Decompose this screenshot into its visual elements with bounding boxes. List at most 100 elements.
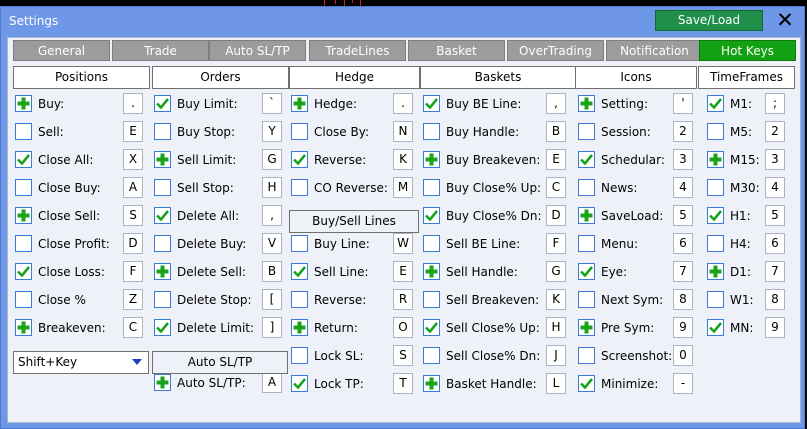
hotkey-input[interactable]: 7 [765, 261, 785, 282]
checkbox-checkmark-icon[interactable] [15, 263, 32, 280]
hotkey-input[interactable]: F [546, 233, 566, 254]
tab-notification[interactable]: Notification [606, 40, 703, 61]
checkbox-plus-icon[interactable] [15, 207, 32, 224]
hotkey-input[interactable]: Y [262, 121, 282, 142]
hotkey-input[interactable]: , [546, 93, 566, 114]
checkbox-empty[interactable] [423, 291, 440, 308]
checkbox-empty[interactable] [707, 123, 724, 140]
hotkey-input[interactable]: N [393, 121, 413, 142]
checkbox-checkmark-icon[interactable] [707, 319, 724, 336]
checkbox-empty[interactable] [291, 123, 308, 140]
hotkey-input[interactable]: 9 [765, 317, 785, 338]
hotkey-input[interactable]: S [123, 205, 143, 226]
checkbox-checkmark-icon[interactable] [423, 95, 440, 112]
checkbox-checkmark-icon[interactable] [154, 95, 171, 112]
hotkey-input[interactable]: . [123, 93, 143, 114]
checkbox-checkmark-icon[interactable] [423, 207, 440, 224]
checkbox-checkmark-icon[interactable] [578, 151, 595, 168]
hotkey-input[interactable]: W [393, 233, 413, 254]
hotkey-input[interactable]: L [546, 373, 566, 394]
checkbox-plus-icon[interactable] [15, 319, 32, 336]
checkbox-empty[interactable] [15, 291, 32, 308]
save-load-button[interactable]: Save/Load [655, 10, 763, 31]
hotkey-input[interactable]: 2 [673, 121, 693, 142]
checkbox-plus-icon[interactable] [423, 151, 440, 168]
hotkey-input[interactable]: E [123, 121, 143, 142]
hotkey-input[interactable]: [ [262, 289, 282, 310]
hotkey-input[interactable]: E [546, 149, 566, 170]
hotkey-input[interactable]: D [546, 205, 566, 226]
hotkey-input[interactable]: 4 [673, 177, 693, 198]
hotkey-input[interactable]: S [393, 345, 413, 366]
tab-overtrading[interactable]: OverTrading [507, 40, 604, 61]
hotkey-input[interactable]: 3 [673, 149, 693, 170]
hotkey-input[interactable]: 0 [673, 345, 693, 366]
checkbox-plus-icon[interactable] [291, 95, 308, 112]
checkbox-plus-icon[interactable] [707, 263, 724, 280]
hotkey-input[interactable]: R [393, 289, 413, 310]
checkbox-checkmark-icon[interactable] [707, 207, 724, 224]
tab-hot-keys[interactable]: Hot Keys [699, 40, 796, 61]
checkbox-empty[interactable] [291, 235, 308, 252]
checkbox-empty[interactable] [423, 347, 440, 364]
hotkey-input[interactable]: 6 [673, 233, 693, 254]
hotkey-input[interactable]: 7 [673, 261, 693, 282]
checkbox-empty[interactable] [15, 179, 32, 196]
hotkey-input[interactable]: M [393, 177, 413, 198]
checkbox-empty[interactable] [154, 291, 171, 308]
close-icon[interactable]: ✕ [775, 8, 795, 32]
hotkey-input[interactable]: ] [262, 317, 282, 338]
hotkey-input[interactable]: 5 [765, 205, 785, 226]
checkbox-checkmark-icon[interactable] [291, 263, 308, 280]
hotkey-input[interactable]: V [262, 233, 282, 254]
hotkey-input[interactable]: G [262, 149, 282, 170]
checkbox-empty[interactable] [707, 179, 724, 196]
hotkey-input[interactable]: Z [123, 289, 143, 310]
hotkey-input[interactable]: K [546, 289, 566, 310]
checkbox-plus-icon[interactable] [15, 95, 32, 112]
hotkey-input[interactable]: 3 [765, 149, 785, 170]
checkbox-empty[interactable] [423, 179, 440, 196]
checkbox-plus-icon[interactable] [707, 151, 724, 168]
hotkey-input[interactable]: 6 [765, 233, 785, 254]
hotkey-input[interactable]: C [123, 317, 143, 338]
hotkey-input[interactable]: ` [262, 93, 282, 114]
hotkey-input[interactable]: A [123, 177, 143, 198]
hotkey-input[interactable]: . [393, 93, 413, 114]
checkbox-checkmark-icon[interactable] [423, 319, 440, 336]
tab-tradelines[interactable]: TradeLines [309, 40, 406, 61]
checkbox-empty[interactable] [154, 123, 171, 140]
hotkey-input[interactable]: B [262, 261, 282, 282]
hotkey-input[interactable]: X [123, 149, 143, 170]
hotkey-input[interactable]: T [393, 373, 413, 394]
hotkey-input[interactable]: D [123, 233, 143, 254]
checkbox-empty[interactable] [578, 235, 595, 252]
checkbox-empty[interactable] [15, 123, 32, 140]
hotkey-input[interactable]: ' [673, 93, 693, 114]
checkbox-empty[interactable] [291, 291, 308, 308]
hotkey-input[interactable]: E [393, 261, 413, 282]
hotkey-input[interactable]: F [123, 261, 143, 282]
checkbox-empty[interactable] [423, 235, 440, 252]
hotkey-input[interactable]: O [393, 317, 413, 338]
checkbox-checkmark-icon[interactable] [578, 263, 595, 280]
hotkey-input[interactable]: K [393, 149, 413, 170]
hotkey-input[interactable]: , [262, 205, 282, 226]
buy-sell-lines-button[interactable]: Buy/Sell Lines [289, 210, 419, 233]
hotkey-input[interactable]: B [546, 121, 566, 142]
checkbox-plus-icon[interactable] [578, 207, 595, 224]
checkbox-plus-icon[interactable] [578, 95, 595, 112]
checkbox-plus-icon[interactable] [423, 263, 440, 280]
checkbox-empty[interactable] [291, 347, 308, 364]
hotkey-input[interactable]: C [546, 177, 566, 198]
hotkey-input[interactable]: 9 [673, 317, 693, 338]
hotkey-input[interactable]: ; [765, 93, 785, 114]
checkbox-plus-icon[interactable] [423, 375, 440, 392]
checkbox-plus-icon[interactable] [154, 151, 171, 168]
hotkey-input[interactable]: H [262, 177, 282, 198]
hotkey-input[interactable]: - [673, 373, 693, 394]
checkbox-checkmark-icon[interactable] [291, 151, 308, 168]
tab-basket[interactable]: Basket [408, 40, 505, 61]
hotkey-input[interactable]: J [546, 345, 566, 366]
checkbox-empty[interactable] [154, 235, 171, 252]
